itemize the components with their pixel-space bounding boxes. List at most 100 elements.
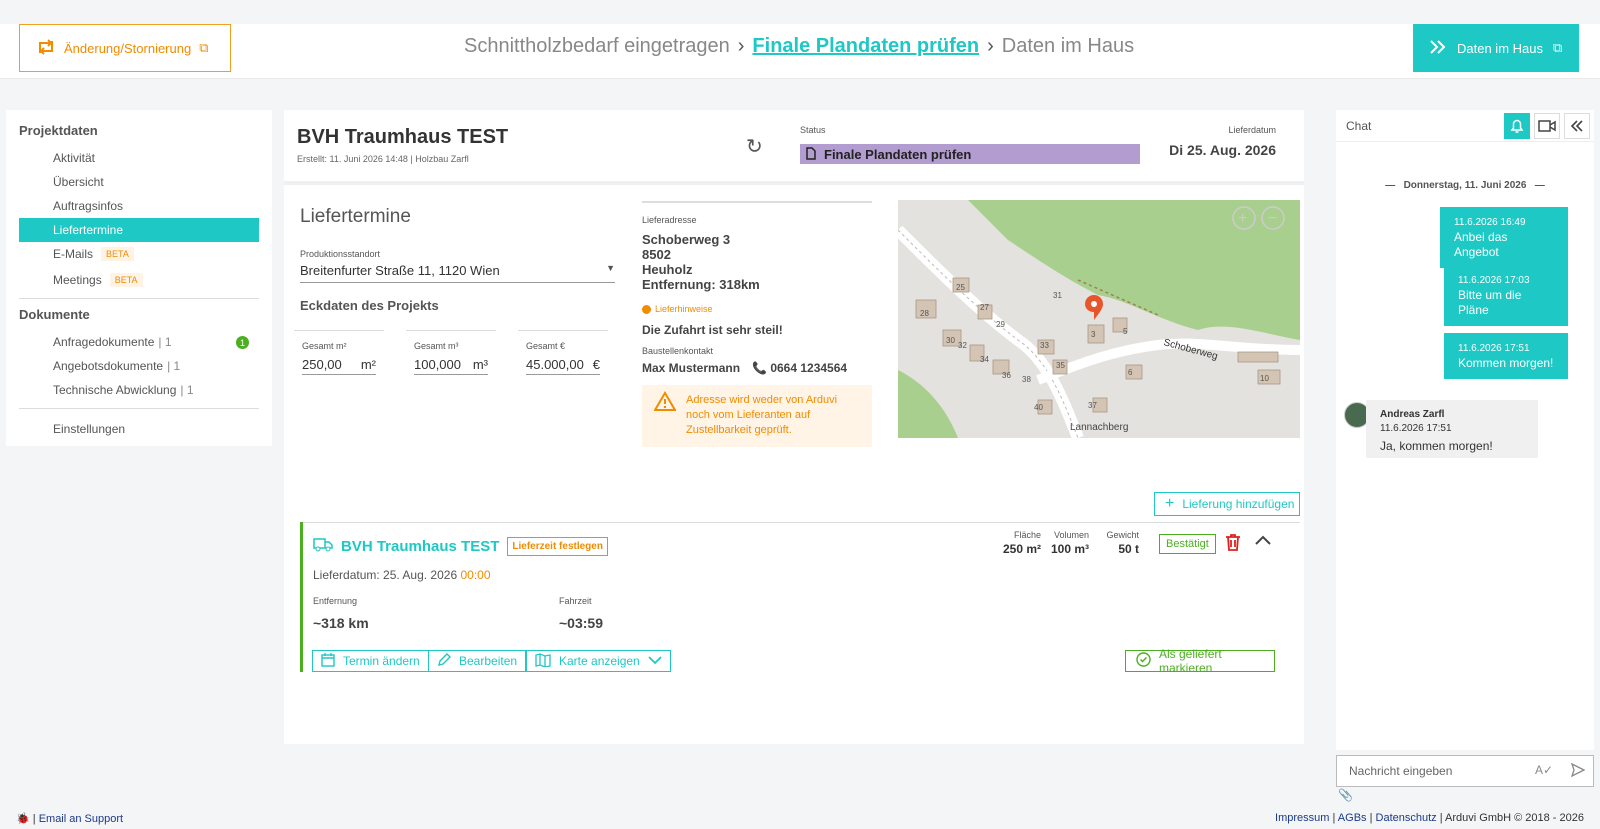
total-volume-label: Gesamt m³ (414, 341, 459, 351)
map-house-number: 25 (956, 283, 965, 292)
total-area-field: Gesamt m² 250,00 m² (294, 330, 384, 375)
beta-badge: BETA (109, 273, 143, 287)
sidebar-item-meetings[interactable]: Meetings BETA (19, 268, 259, 292)
spellcheck-icon[interactable]: A✓ (1535, 763, 1553, 780)
address-city: Heuholz (642, 262, 693, 277)
support-email-link[interactable]: Email an Support (39, 813, 123, 825)
map-house-number: 32 (958, 341, 967, 350)
area-value: 250 m² (1002, 542, 1041, 556)
sidebar-item-liefertermine[interactable]: Liefertermine (19, 218, 259, 242)
sidebar-item-label: Anfragedokumente (53, 335, 155, 349)
contact-phone-row: 📞 0664 1234564 (752, 361, 847, 375)
map-house-number: 35 (1056, 361, 1065, 370)
attachment-icon[interactable]: 📎 (1338, 788, 1353, 802)
mark-delivered-button[interactable]: Als geliefert markieren (1125, 647, 1275, 675)
next-step-button[interactable]: Daten im Haus ⧉ (1413, 24, 1579, 72)
map-house-number: 31 (1053, 291, 1062, 300)
status-badge: Finale Plandaten prüfen (800, 144, 1140, 164)
sidebar-item-anfragedokumente[interactable]: Anfragedokumente | 1 1 (19, 330, 259, 354)
delivery-title[interactable]: BVH Traumhaus TEST (341, 538, 499, 555)
confirmed-badge: Bestätigt (1159, 534, 1216, 554)
map-house-number: 38 (1022, 375, 1031, 384)
phone-icon: 📞 (752, 361, 767, 375)
delivery-title-row: BVH Traumhaus TEST Lieferzeit festlegen (313, 537, 608, 556)
total-price-value[interactable]: 45.000,00 (526, 357, 584, 372)
change-cancel-label: Änderung/Stornierung (64, 40, 192, 56)
sidebar-heading-dokumente: Dokumente (19, 307, 90, 322)
delivery-date-label: Lieferdatum: (313, 568, 380, 582)
step-1: Schnittholzbedarf eingetragen (464, 35, 730, 57)
status-value: Finale Plandaten prüfen (824, 146, 972, 162)
sidebar-item-emails[interactable]: E-Mails BETA (19, 242, 259, 266)
sidebar-item-aktivitaet[interactable]: Aktivität (19, 146, 259, 170)
weight-value: 50 t (1118, 542, 1139, 556)
reschedule-label: Termin ändern (343, 654, 420, 668)
chat-message-input[interactable]: Nachricht eingeben A✓ (1336, 755, 1594, 787)
progress-steps: Schnittholzbedarf eingetragen › Finale P… (464, 35, 1134, 58)
sidebar-item-label: Übersicht (53, 175, 104, 189)
edit-button[interactable]: Bearbeiten (428, 650, 527, 672)
map-house-number: 5 (1123, 327, 1128, 336)
collapse-panel-icon[interactable] (1564, 113, 1590, 139)
unit: € (592, 357, 600, 372)
production-site-label: Produktionsstandort (300, 249, 381, 259)
show-map-button[interactable]: Karte anzeigen (526, 650, 671, 672)
sidebar-item-auftragsinfos[interactable]: Auftragsinfos (19, 194, 259, 218)
map-place-label: Lannachberg (1070, 422, 1128, 433)
total-area-label: Gesamt m² (302, 341, 347, 351)
map-house-number: 27 (980, 303, 989, 312)
warning-text: Adresse wird weder von Arduvi noch vom L… (686, 394, 838, 436)
chevron-up-icon[interactable] (1255, 534, 1271, 549)
message-sender: Andreas Zarfl (1380, 409, 1445, 420)
drive-time-label: Fahrzeit (559, 596, 592, 606)
trash-icon[interactable] (1225, 533, 1241, 554)
add-delivery-button[interactable]: + Lieferung hinzufügen (1154, 492, 1300, 516)
delivery-hint-text: Die Zufahrt ist sehr steil! (642, 323, 783, 337)
map-house-number: 29 (996, 320, 1005, 329)
total-volume-value[interactable]: 100,000 (414, 357, 461, 372)
chat-message-outgoing: 11.6.2026 16:49 Anbei das Angebot (1440, 207, 1568, 268)
doc-count: | 1 (180, 383, 194, 397)
step-2-active[interactable]: Finale Plandaten prüfen (752, 35, 979, 58)
sidebar-heading-projektdaten: Projektdaten (19, 123, 98, 138)
external-window-icon: ⧉ (199, 40, 209, 55)
weight-stat: Gewicht 50 t (1099, 530, 1139, 556)
volume-stat: Volumen 100 m³ (1047, 530, 1089, 556)
map-icon (535, 652, 551, 670)
map-house-number: 34 (980, 355, 989, 364)
sidebar-item-label: Einstellungen (53, 422, 126, 436)
datenschutz-link[interactable]: Datenschutz (1376, 812, 1437, 824)
doc-count: | 1 (167, 359, 181, 373)
impressum-link[interactable]: Impressum (1275, 812, 1329, 824)
mark-delivered-label: Als geliefert markieren (1159, 647, 1222, 675)
delivery-address: Lieferadresse Schoberweg 3 8502 Heuholz … (642, 201, 872, 375)
pencil-icon (437, 652, 451, 670)
total-area-value[interactable]: 250,00 (302, 357, 342, 372)
reschedule-button[interactable]: Termin ändern (312, 650, 429, 672)
change-cancel-button[interactable]: Änderung/Stornierung ⧉ (19, 24, 231, 72)
sidebar-item-einstellungen[interactable]: Einstellungen (19, 417, 259, 441)
unit: m³ (472, 357, 488, 372)
contact-label: Baustellenkontakt (642, 346, 714, 356)
top-bar: Änderung/Stornierung ⧉ Schnittholzbedarf… (0, 24, 1600, 79)
agbs-link[interactable]: AGBs (1338, 812, 1367, 824)
sidebar-item-angebotsdokumente[interactable]: Angebotsdokumente | 1 (19, 354, 259, 378)
address-zip: 8502 (642, 247, 671, 262)
external-window-icon: ⧉ (1552, 40, 1563, 55)
sidebar-item-label: Angebotsdokumente (53, 359, 164, 373)
video-call-icon[interactable] (1534, 113, 1560, 139)
map-view[interactable]: 25 27 28 29 30 31 32 33 34 35 36 38 40 3… (898, 200, 1300, 438)
bell-icon[interactable] (1504, 113, 1530, 139)
sidebar-item-label: Liefertermine (53, 223, 124, 237)
sidebar-item-uebersicht[interactable]: Übersicht (19, 170, 259, 194)
set-delivery-time-chip[interactable]: Lieferzeit festlegen (507, 537, 608, 556)
message-timestamp: 11.6.2026 17:51 (1380, 423, 1452, 434)
refresh-icon[interactable]: ↻ (746, 134, 763, 159)
send-icon[interactable] (1570, 762, 1586, 780)
message-timestamp: 11.6.2026 17:51 (1458, 343, 1530, 354)
sidebar-item-technische-abwicklung[interactable]: Technische Abwicklung | 1 (19, 378, 259, 402)
svg-text:−: − (1268, 210, 1277, 227)
chat-title: Chat (1346, 118, 1372, 133)
warning-icon (653, 391, 677, 416)
production-site-select[interactable]: Produktionsstandort Breitenfurter Straße… (300, 249, 615, 283)
